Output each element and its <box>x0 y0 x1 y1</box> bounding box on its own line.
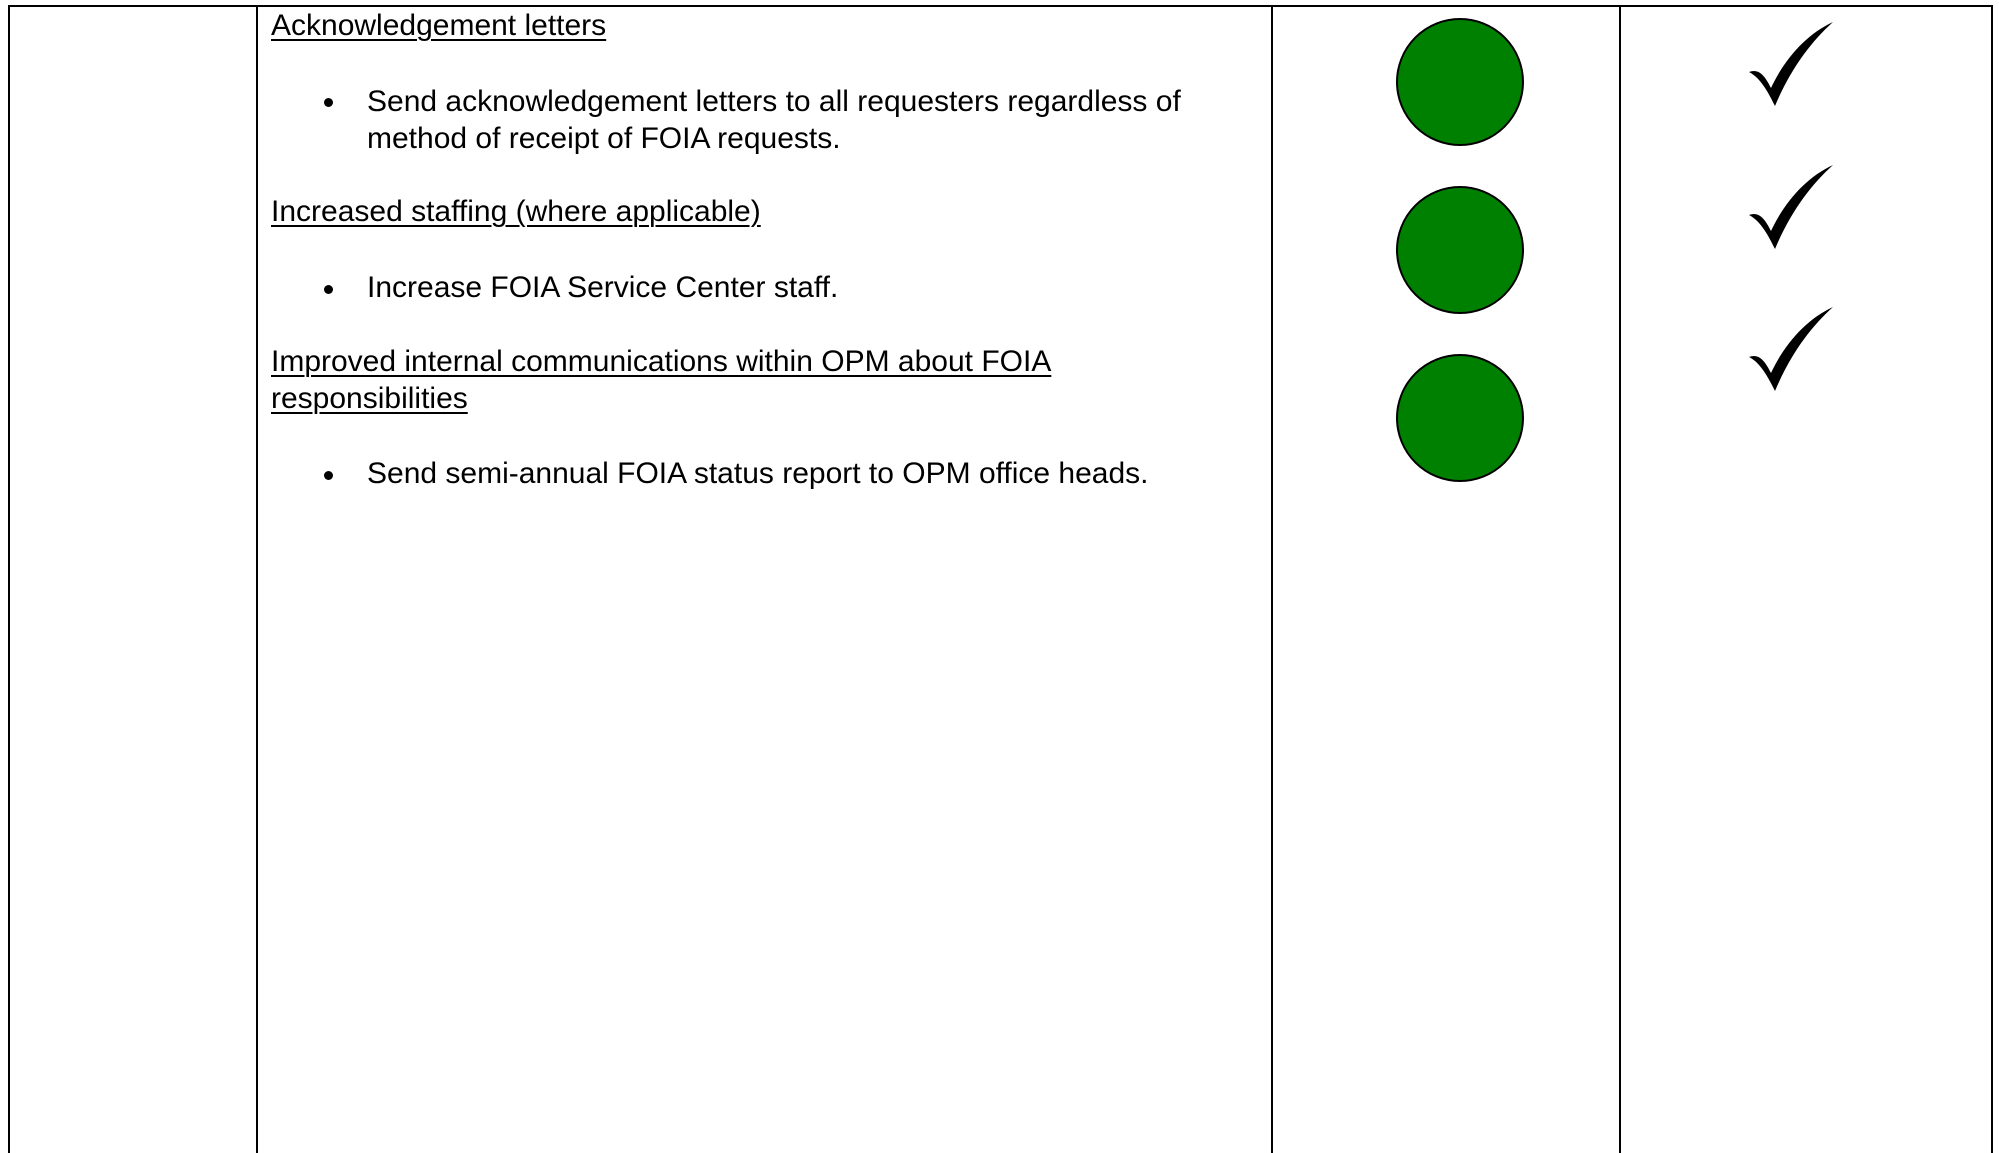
section-heading-acknowledgement: Acknowledgement letters <box>271 9 607 42</box>
green-circle-icon <box>1396 186 1524 314</box>
column-divider-3 <box>1619 5 1621 1153</box>
table-right-border <box>1991 5 1993 1153</box>
bullet-text-staffing: Increase FOIA Service Center staff. <box>367 271 839 304</box>
checkmark-icon <box>1749 307 1833 391</box>
column-divider-1 <box>256 5 258 1153</box>
bullet-text-communications: Send semi-annual FOIA status report to O… <box>367 457 1149 490</box>
green-circle-icon <box>1396 18 1524 146</box>
bullet-text-acknowledgement: Send acknowledgement letters to all requ… <box>367 85 1181 155</box>
table-left-border <box>8 5 10 1153</box>
document-table: Acknowledgement letters Send acknowledge… <box>0 0 1999 1153</box>
checkmark-icon <box>1749 22 1833 106</box>
green-circle-icon <box>1396 354 1524 482</box>
column-divider-2 <box>1271 5 1273 1153</box>
section-heading-staffing: Increased staffing (where applicable) <box>271 195 761 228</box>
bullet-point-icon <box>324 285 333 294</box>
section-heading-communications: Improved internal communications within … <box>271 345 1052 415</box>
bullet-point-icon <box>324 98 333 107</box>
checkmark-icon <box>1749 165 1833 249</box>
bullet-point-icon <box>324 471 333 480</box>
